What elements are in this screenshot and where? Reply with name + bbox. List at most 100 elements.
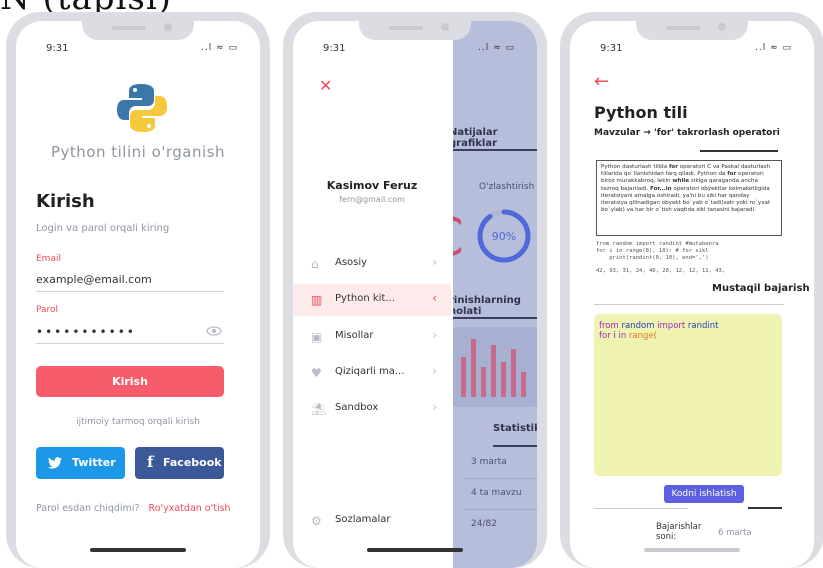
login-button[interactable]: Kirish bbox=[36, 366, 224, 397]
menu-item-asosiy[interactable]: ⌂ Asosiy › bbox=[293, 248, 451, 280]
divider-right bbox=[748, 507, 782, 509]
heart-icon: ♥ bbox=[311, 366, 322, 380]
breadcrumb-arrow: → bbox=[643, 128, 651, 138]
divider-left bbox=[594, 508, 688, 509]
home-indicator bbox=[90, 548, 186, 552]
twitter-icon bbox=[48, 457, 62, 469]
menu-item-label: Python kit... bbox=[335, 293, 395, 304]
code-line: print(randint(0, 10), end=',') bbox=[596, 255, 709, 261]
home-icon: ⌂ bbox=[311, 257, 319, 271]
menu-item-qiziqarli[interactable]: ♥ Qiziqarli ma... › bbox=[293, 357, 451, 389]
menu-item-misollar[interactable]: ▣ Misollar › bbox=[293, 321, 451, 353]
settings-label: Sozlamalar bbox=[335, 514, 391, 525]
chevron-right-icon: › bbox=[432, 328, 437, 342]
status-icons: ..l ≈ ▭ bbox=[478, 43, 515, 53]
login-heading: Kirish bbox=[36, 191, 95, 212]
login-subheading: Login va parol orqali kiring bbox=[36, 223, 170, 234]
mastery-ring: 90% bbox=[477, 209, 531, 263]
sandbox-icon: ⛱ bbox=[311, 402, 327, 416]
code-line: for i in range(8), 10): # for sikl bbox=[596, 248, 709, 254]
lesson-description: Python dasturlash tilida for operatori C… bbox=[596, 160, 782, 236]
menu-item-label: Sandbox bbox=[335, 402, 379, 413]
lesson-title: Python tili bbox=[594, 103, 688, 122]
user-email: fern@gmail.com bbox=[339, 195, 405, 204]
bg-divider bbox=[453, 149, 537, 151]
eye-icon[interactable] bbox=[206, 326, 222, 336]
close-icon[interactable]: ✕ bbox=[319, 76, 332, 95]
facebook-button[interactable]: f Facebook bbox=[135, 447, 224, 479]
bg-stats-title: Statistika bbox=[493, 423, 537, 434]
run-code-button[interactable]: Kodni ishlatish bbox=[664, 485, 744, 503]
bg-mastery-label: O'zlashtirish bbox=[479, 182, 535, 192]
bg-stat-2: 4 ta mavzu bbox=[471, 488, 522, 498]
register-link[interactable]: Ro'yxatdan o'tish bbox=[149, 503, 231, 514]
runs-value: 6 marta bbox=[718, 528, 752, 538]
menu-item-label: Asosiy bbox=[335, 257, 368, 268]
chevron-right-icon: › bbox=[432, 255, 437, 269]
example-icon: ▣ bbox=[311, 330, 323, 344]
status-icons: ..l ≈ ▭ bbox=[201, 43, 238, 53]
bg-partial-ring bbox=[453, 216, 461, 256]
bg-stat-3: 24/82 bbox=[471, 519, 497, 529]
menu-item-python-kitobi[interactable]: ▥ Python kit... ‹ bbox=[293, 284, 451, 316]
mastery-value: 90% bbox=[492, 230, 516, 243]
dimmed-background: Natijalar grafiklar O'zlashtirish 90% ri… bbox=[453, 21, 537, 568]
user-name: Kasimov Feruz bbox=[326, 179, 418, 192]
topic-underline bbox=[700, 150, 778, 152]
code-line: from random import randint #mutabenra bbox=[596, 241, 719, 247]
facebook-icon: f bbox=[147, 453, 154, 471]
email-field[interactable]: example@email.com bbox=[36, 273, 152, 286]
password-field[interactable]: ••••••••••• bbox=[36, 325, 136, 339]
breadcrumb-current: 'for' takrorlash operatori bbox=[653, 128, 780, 138]
password-label: Parol bbox=[36, 305, 59, 315]
bg-results-title: Natijalar grafiklar bbox=[453, 127, 498, 149]
runs-label: Bajarishlar soni: bbox=[656, 522, 702, 542]
status-time: 9:31 bbox=[323, 43, 346, 54]
account-links: Parol esdan chiqdimi? Ro'yxatdan o'tish bbox=[36, 503, 231, 514]
twitter-label: Twitter bbox=[72, 456, 116, 469]
menu-item-label: Misollar bbox=[335, 330, 374, 341]
back-arrow-icon[interactable]: ← bbox=[594, 71, 609, 92]
code-output: 42, 93, 31, 24, 40, 20, 12, 12, 11, 43, bbox=[596, 268, 726, 274]
phone-menu: Natijalar grafiklar O'zlashtirish 90% ri… bbox=[283, 12, 547, 568]
twitter-button[interactable]: Twitter bbox=[36, 447, 125, 479]
email-underline bbox=[36, 291, 224, 292]
phone-login: 9:31 ..l ≈ ▭ Python tilini o'rganish Kir… bbox=[6, 12, 270, 568]
chevron-right-icon: › bbox=[432, 364, 437, 378]
bg-divider-2 bbox=[453, 317, 537, 319]
menu-screen: Natijalar grafiklar O'zlashtirish 90% ri… bbox=[293, 21, 537, 568]
home-indicator bbox=[367, 548, 463, 552]
notch bbox=[359, 21, 471, 40]
status-time: 9:31 bbox=[600, 43, 623, 54]
breadcrumb-topics[interactable]: Mavzular bbox=[594, 128, 640, 138]
tab-independent-work[interactable]: Mustaqil bajarish bbox=[712, 283, 810, 294]
menu-item-sandbox[interactable]: ⛱ Sandbox › bbox=[293, 393, 451, 425]
home-indicator bbox=[644, 548, 740, 552]
login-screen: 9:31 ..l ≈ ▭ Python tilini o'rganish Kir… bbox=[16, 21, 260, 568]
status-icons: ..l ≈ ▭ bbox=[755, 43, 792, 53]
menu-item-settings[interactable]: ⚙ Sozlamalar bbox=[293, 505, 451, 537]
phone-lesson: 9:31 ..l ≈ ▭ ← Python tili Mavzular → 'f… bbox=[560, 12, 823, 568]
app-title: Python tilini o'rganish bbox=[50, 143, 225, 161]
menu-item-label: Qiziqarli ma... bbox=[335, 366, 405, 377]
breadcrumb: Mavzular → 'for' takrorlash operatori bbox=[594, 128, 780, 138]
notch bbox=[636, 21, 748, 40]
forgot-password-link[interactable]: Parol esdan chiqdimi? bbox=[36, 503, 140, 514]
bg-stat-1: 3 marta bbox=[471, 457, 507, 467]
gear-icon: ⚙ bbox=[311, 514, 322, 528]
book-icon: ▥ bbox=[311, 293, 323, 307]
bg-divider-3 bbox=[493, 445, 537, 447]
code-example: from random import randint #mutabenra fo… bbox=[596, 241, 719, 262]
bg-students-title: rinishlarning holati bbox=[453, 295, 521, 317]
bg-bar-chart bbox=[453, 327, 537, 407]
password-underline bbox=[36, 343, 224, 344]
status-time: 9:31 bbox=[46, 43, 69, 54]
chevron-left-icon: ‹ bbox=[432, 291, 437, 305]
python-logo-icon bbox=[117, 84, 167, 132]
code-editor[interactable]: from random import randint for i in rang… bbox=[594, 314, 782, 476]
facebook-label: Facebook bbox=[163, 456, 222, 469]
social-login-hint: ijtimoiy tarmoq orqali kirish bbox=[76, 417, 200, 427]
email-label: Email bbox=[36, 254, 61, 264]
section-divider bbox=[594, 304, 784, 305]
lesson-screen: 9:31 ..l ≈ ▭ ← Python tili Mavzular → 'f… bbox=[570, 21, 814, 568]
